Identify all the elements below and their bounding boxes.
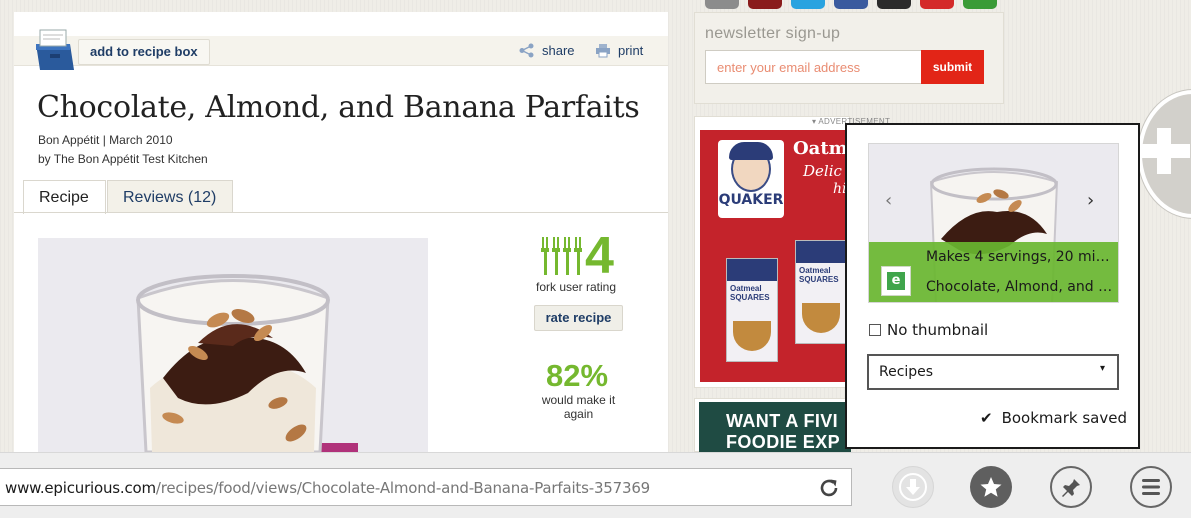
advertisement[interactable]: WANT A FIVI FOODIE EXP bbox=[694, 398, 851, 453]
social-button[interactable] bbox=[963, 0, 997, 9]
no-thumbnail-label: No thumbnail bbox=[887, 321, 989, 339]
social-button[interactable] bbox=[705, 0, 739, 9]
folder-select-value: Recipes bbox=[879, 364, 934, 380]
folder-select[interactable]: Recipes ▾ bbox=[867, 354, 1119, 390]
ad-headline: Oatm bbox=[793, 138, 848, 159]
recipe-source: Bon Appétit | March 2010 bbox=[38, 133, 173, 147]
make-again-percent: 82% bbox=[546, 358, 609, 393]
social-button[interactable] bbox=[920, 0, 954, 9]
quaker-hat-icon bbox=[729, 142, 773, 160]
social-button[interactable] bbox=[748, 0, 782, 9]
favorite-button[interactable] bbox=[970, 466, 1012, 508]
bookmark-preview: ‹ › e Makes 4 servings, 20 minutes Choco… bbox=[868, 143, 1119, 303]
quaker-brand: QUAKER bbox=[718, 192, 784, 208]
share-icon bbox=[519, 43, 534, 58]
address-bar[interactable]: www.epicurious.com/recipes/food/views/Ch… bbox=[0, 468, 852, 506]
menu-icon bbox=[1142, 479, 1160, 495]
bookmark-status-text: Bookmark saved bbox=[1001, 409, 1127, 427]
share-link[interactable]: share bbox=[519, 43, 575, 58]
download-button[interactable] bbox=[892, 466, 934, 508]
share-label: share bbox=[542, 43, 575, 58]
download-icon bbox=[899, 473, 927, 501]
social-buttons bbox=[705, 0, 997, 9]
cereal-box: Oatmeal SQUARES bbox=[726, 258, 778, 362]
recipe-title: Chocolate, Almond, and Banana Parfaits bbox=[37, 90, 640, 125]
ad-line: WANT A FIVI bbox=[726, 411, 839, 431]
print-link[interactable]: print bbox=[595, 43, 643, 58]
fork-rating-label: fork user rating bbox=[536, 280, 617, 294]
print-label: print bbox=[618, 43, 644, 58]
cereal-box-name: Oatmeal SQUARES bbox=[799, 266, 839, 284]
foodie-ad[interactable]: WANT A FIVI FOODIE EXP bbox=[699, 402, 851, 453]
no-thumbnail-checkbox[interactable] bbox=[869, 324, 881, 336]
newsletter-signup: newsletter sign-up submit bbox=[694, 12, 1004, 104]
tab-reviews[interactable]: Reviews (12) bbox=[107, 180, 233, 213]
quaker-ad[interactable]: QUAKER Oatm Delic hi Oatmeal SQUARES Oat… bbox=[700, 130, 851, 382]
browser-bottom-bar: www.epicurious.com/recipes/food/views/Ch… bbox=[0, 452, 1191, 518]
recipe-photo bbox=[38, 238, 428, 452]
bookmark-status: ✔ Bookmark saved bbox=[980, 409, 1127, 427]
ad-line: FOODIE EXP bbox=[726, 432, 841, 452]
chevron-down-icon: ▾ bbox=[1099, 363, 1105, 374]
social-button[interactable] bbox=[877, 0, 911, 9]
site-favicon-icon: e bbox=[881, 266, 911, 296]
preview-caption: e Makes 4 servings, 20 minutes Chocolate… bbox=[869, 242, 1118, 302]
recipe-box-icon[interactable] bbox=[32, 26, 78, 72]
preview-title: Chocolate, Almond, and Banana Parfaits bbox=[926, 279, 1116, 295]
recipe-byline: by The Bon Appétit Test Kitchen bbox=[38, 152, 208, 166]
add-to-recipe-box-button[interactable]: add to recipe box bbox=[78, 39, 210, 65]
advertisement[interactable]: QUAKER Oatm Delic hi Oatmeal SQUARES Oat… bbox=[694, 116, 851, 388]
url-host: www.epicurious.com bbox=[5, 479, 156, 497]
chevron-right-icon[interactable]: › bbox=[1087, 190, 1094, 211]
chevron-left-icon[interactable]: ‹ bbox=[885, 190, 892, 211]
newsletter-title: newsletter sign-up bbox=[705, 25, 841, 42]
fork-rating-icon bbox=[541, 237, 582, 275]
ad-line: Delic bbox=[803, 162, 842, 180]
pin-icon bbox=[1062, 477, 1080, 497]
submit-button[interactable]: submit bbox=[921, 50, 984, 84]
menu-button[interactable] bbox=[1130, 466, 1172, 508]
email-input[interactable] bbox=[705, 50, 922, 84]
cereal-box-name: Oatmeal SQUARES bbox=[730, 284, 770, 302]
bookmark-popup: ‹ › e Makes 4 servings, 20 minutes Choco… bbox=[845, 123, 1140, 449]
tab-recipe[interactable]: Recipe bbox=[23, 180, 106, 214]
refresh-icon[interactable] bbox=[817, 476, 841, 500]
make-again-label: would make it again bbox=[541, 393, 616, 421]
recipe-card: add to recipe box share print Chocolate,… bbox=[14, 12, 668, 452]
add-icon[interactable] bbox=[1138, 90, 1191, 218]
checkmark-icon: ✔ bbox=[980, 409, 993, 427]
social-button[interactable] bbox=[791, 0, 825, 9]
url-text[interactable]: www.epicurious.com/recipes/food/views/Ch… bbox=[5, 479, 650, 497]
social-button[interactable] bbox=[834, 0, 868, 9]
pin-button[interactable] bbox=[1050, 466, 1092, 508]
tabs-divider bbox=[14, 212, 668, 213]
quaker-logo: QUAKER bbox=[718, 140, 784, 218]
fork-rating-value: 4 bbox=[585, 227, 614, 285]
rate-recipe-button[interactable]: rate recipe bbox=[534, 305, 623, 331]
url-path: /recipes/food/views/Chocolate-Almond-and… bbox=[155, 479, 651, 497]
no-thumbnail-option[interactable]: No thumbnail bbox=[869, 321, 988, 339]
cereal-box: Oatmeal SQUARES bbox=[795, 240, 847, 344]
print-icon bbox=[596, 44, 610, 58]
favorite-star-icon bbox=[980, 477, 1002, 497]
parfait-illustration bbox=[38, 238, 428, 452]
preview-description: Makes 4 servings, 20 minutes bbox=[926, 249, 1116, 265]
